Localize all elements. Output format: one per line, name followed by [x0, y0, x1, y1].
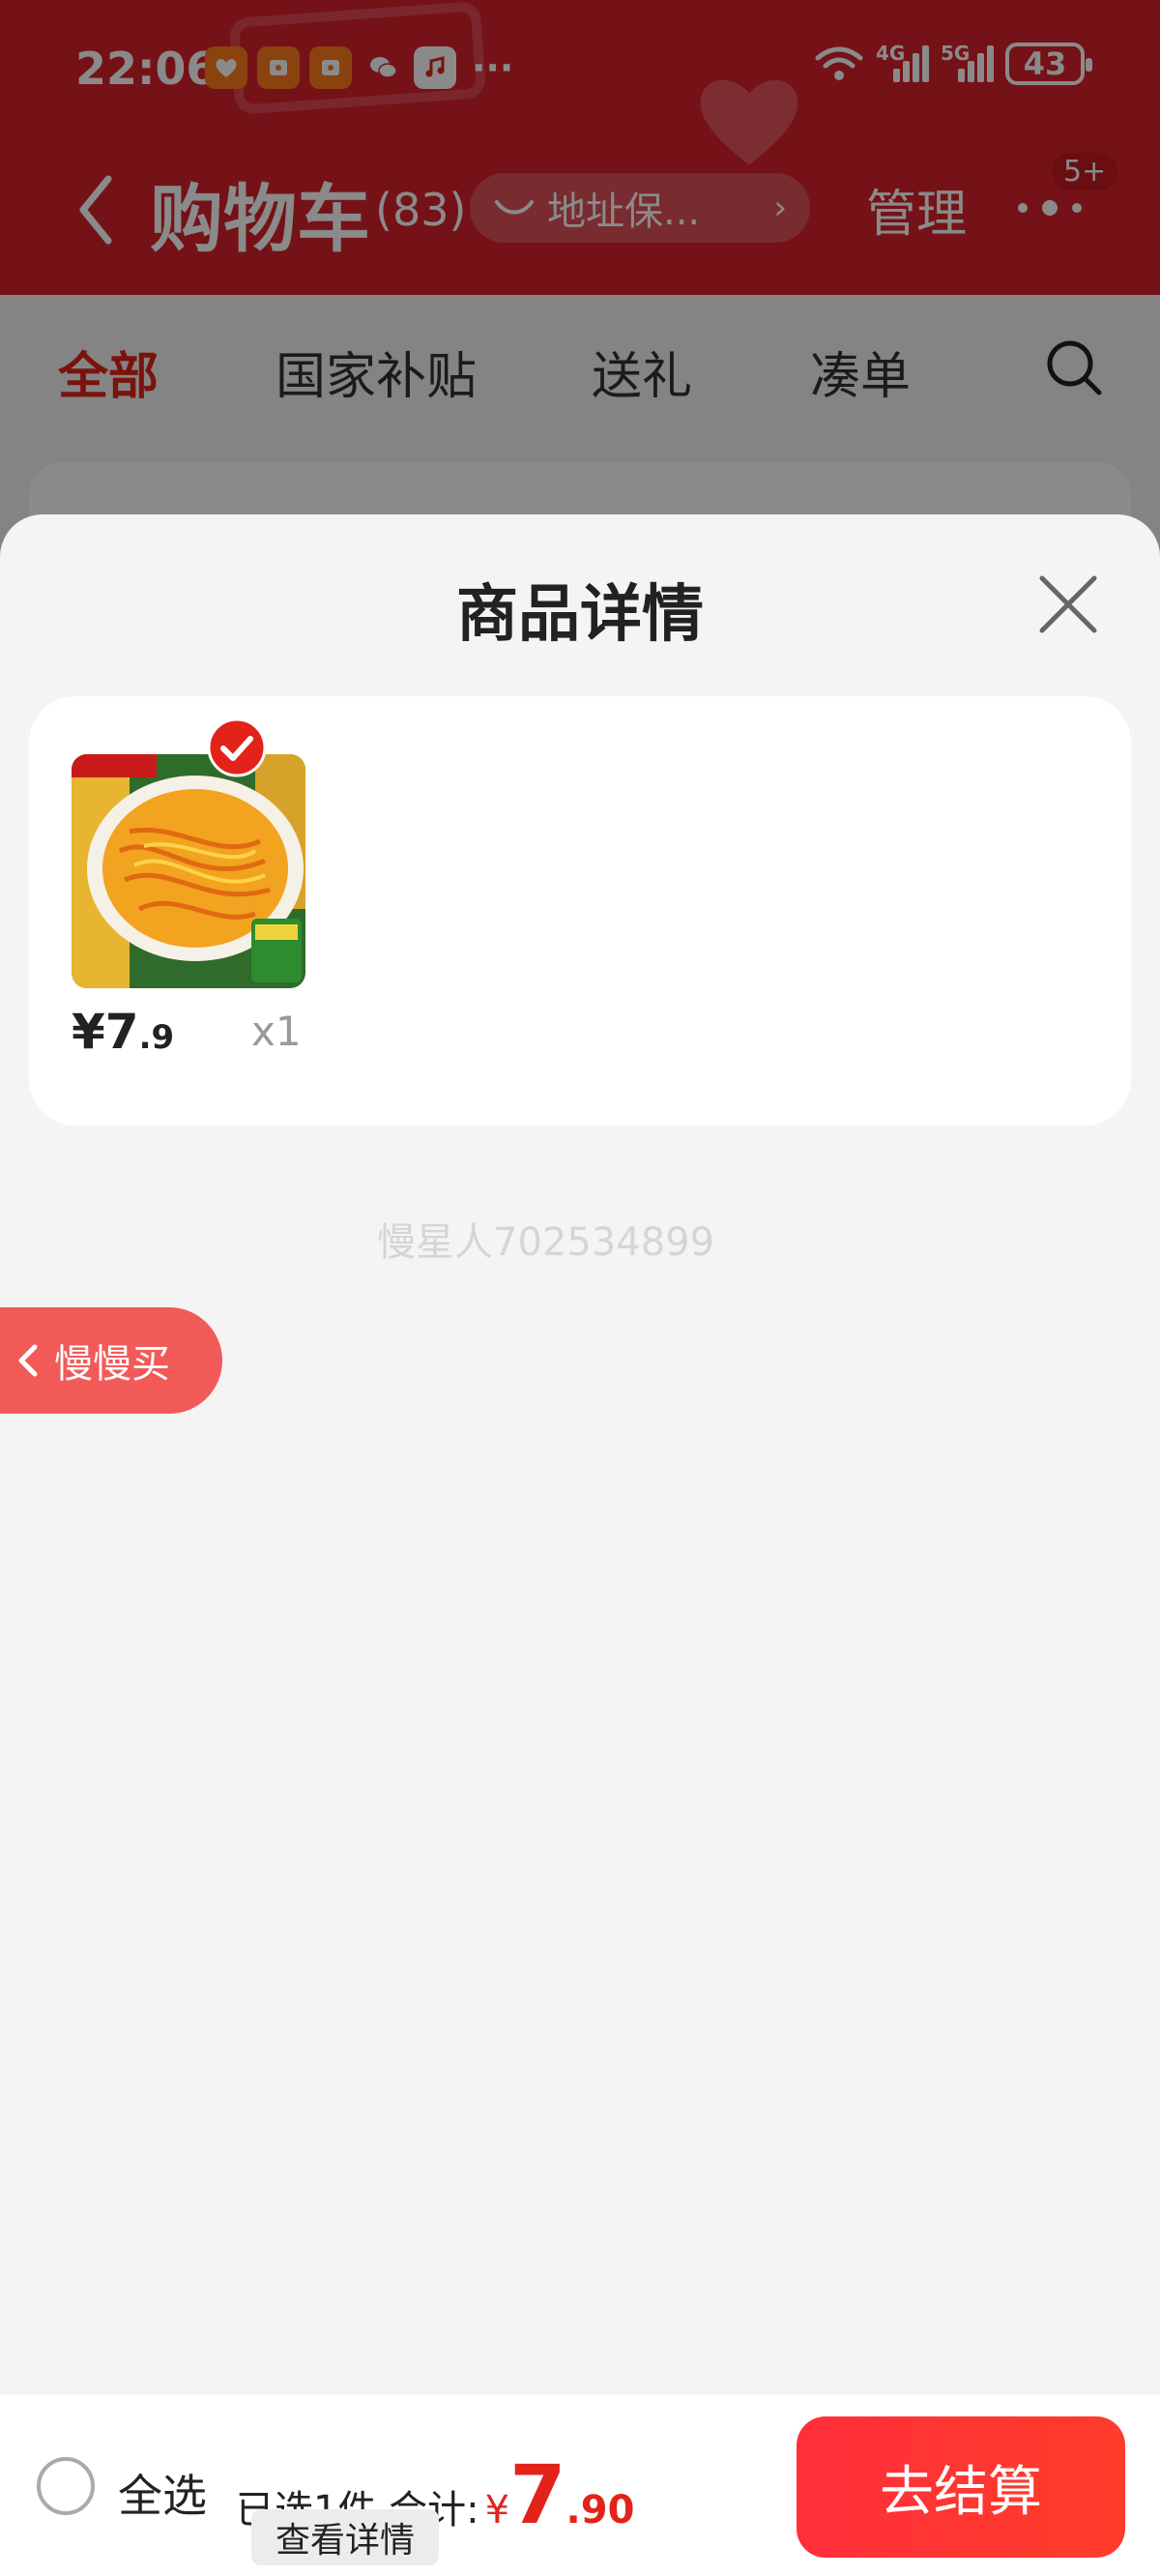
price-decimal: .9 [138, 1018, 175, 1057]
slow-buy-button[interactable]: 慢慢买 [0, 1307, 222, 1414]
total-currency: ¥ [484, 2488, 510, 2532]
view-details-button[interactable]: 查看详情 [251, 2509, 439, 2565]
total-decimal: .90 [566, 2488, 635, 2532]
checkout-button[interactable]: 去结算 [797, 2416, 1125, 2558]
chevron-left-icon [18, 1344, 38, 1377]
price-integer: ¥7 [72, 1004, 139, 1060]
product-quantity: x1 [251, 1008, 302, 1055]
checkout-bar: 全选 已选1件,合计: ¥ 7 .90 查看详情 去结算 [0, 2395, 1160, 2576]
slow-buy-label: 慢慢买 [54, 1342, 170, 1387]
close-icon[interactable] [1036, 572, 1100, 636]
selected-check-icon[interactable] [207, 717, 267, 777]
select-all-radio[interactable] [37, 2457, 95, 2515]
product-thumbnail[interactable] [72, 754, 305, 988]
page: 22:06 ··· 4G 5G 43 购物车 (83) 地址保... › 管理 … [0, 0, 1160, 2576]
product-details-sheet: 商品详情 ¥7.9 x1 慢星人702534899 [0, 514, 1160, 2395]
product-card: ¥7.9 x1 [29, 696, 1131, 1126]
watermark: 慢星人702534899 [377, 1220, 715, 1265]
sheet-title: 商品详情 [456, 579, 704, 651]
total-integer: 7 [509, 2447, 566, 2542]
product-price: ¥7.9 [72, 1004, 174, 1060]
select-all-label[interactable]: 全选 [118, 2461, 207, 2525]
